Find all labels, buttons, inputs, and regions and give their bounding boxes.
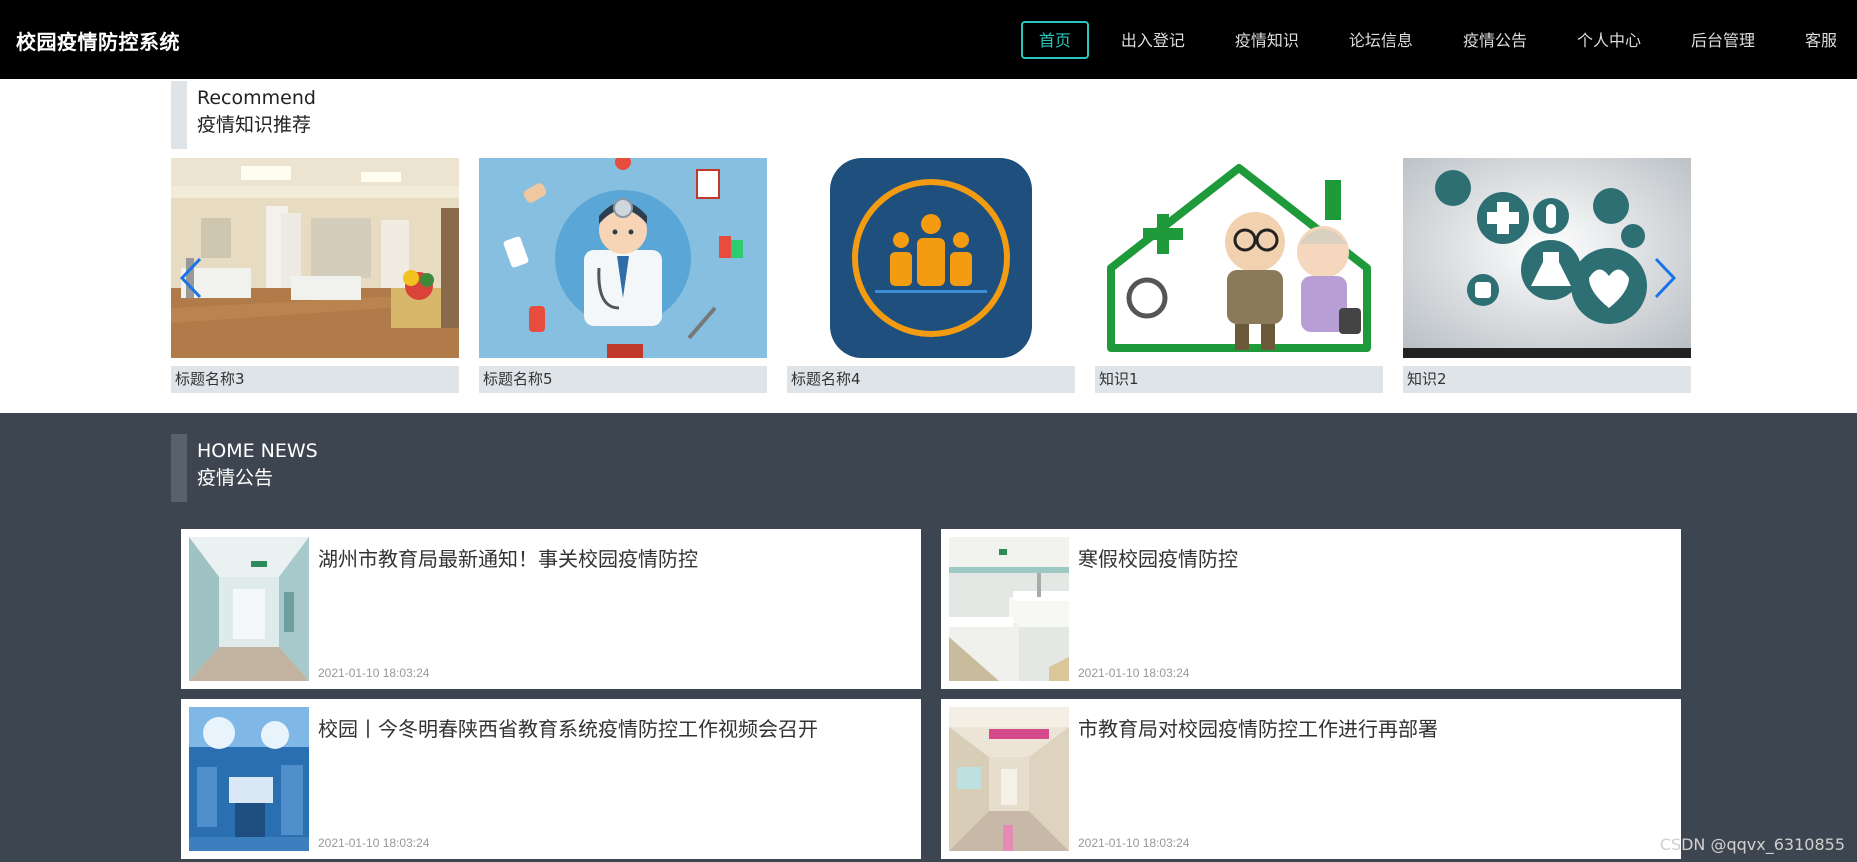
news-title[interactable]: 寒假校园疫情防控 [1078,543,1238,572]
hospital-corridor-thumbnail [189,537,309,681]
news-item[interactable]: 市教育局对校园疫情防控工作进行再部署 2021-01-10 18:03:24 [941,699,1681,859]
carousel-card[interactable]: 标题名称5 [479,158,767,393]
news-title-cn: 疫情公告 [197,467,274,489]
elderly-care-image [1095,158,1383,358]
top-navigation-bar: 校园疫情防控系统 首页 出入登记 疫情知识 论坛信息 疫情公告 个人中心 后台管… [0,0,1857,79]
main-nav: 首页 出入登记 疫情知识 论坛信息 疫情公告 个人中心 后台管理 客服 [1007,0,1857,79]
card-caption: 标题名称4 [787,366,1075,393]
news-item[interactable]: 湖州市教育局最新通知！事关校园疫情防控 2021-01-10 18:03:24 [181,529,921,689]
news-time: 2021-01-10 18:03:24 [318,666,430,680]
news-title[interactable]: 市教育局对校园疫情防控工作进行再部署 [1078,713,1438,742]
recommend-title-en: Recommend [197,87,316,109]
card-caption: 知识1 [1095,366,1383,393]
news-title-en: HOME NEWS [197,440,318,462]
medical-team-icon-image [787,158,1075,358]
news-time: 2021-01-10 18:03:24 [1078,666,1190,680]
nav-forum[interactable]: 论坛信息 [1331,21,1431,59]
card-caption: 标题名称5 [479,366,767,393]
recommend-heading: Recommend 疫情知识推荐 [171,81,671,149]
news-item[interactable]: 寒假校园疫情防控 2021-01-10 18:03:24 [941,529,1681,689]
hospital-ward-image [171,158,459,358]
card-caption: 标题名称3 [171,366,459,393]
carousel-card[interactable]: 知识1 [1095,158,1383,393]
news-section: HOME NEWS 疫情公告 湖州市教育局最新通知！事关校园疫情防控 2021-… [0,413,1857,862]
carousel-card[interactable]: 知识2 [1403,158,1691,393]
news-time: 2021-01-10 18:03:24 [318,836,430,850]
recommend-section: Recommend 疫情知识推荐 标题名称3 标题名称5 标题名称4 知识1 知… [0,79,1857,413]
news-time: 2021-01-10 18:03:24 [1078,836,1190,850]
clinic-hallway-thumbnail [949,707,1069,851]
nav-entry-registration[interactable]: 出入登记 [1103,21,1203,59]
recommend-title-cn: 疫情知识推荐 [197,114,312,136]
carousel-card[interactable]: 标题名称3 [171,158,459,393]
nav-announcements[interactable]: 疫情公告 [1445,21,1545,59]
operating-room-thumbnail [189,707,309,851]
nav-epidemic-knowledge[interactable]: 疫情知识 [1217,21,1317,59]
site-brand[interactable]: 校园疫情防控系统 [16,26,180,55]
doctor-illustration-image [479,158,767,358]
carousel-prev-button[interactable] [176,253,206,303]
csdn-watermark: CSDN @qqvx_6310855 [1659,835,1845,854]
card-caption: 知识2 [1403,366,1691,393]
news-title[interactable]: 湖州市教育局最新通知！事关校园疫情防控 [318,543,698,572]
nav-admin[interactable]: 后台管理 [1673,21,1773,59]
carousel-next-button[interactable] [1650,253,1680,303]
hospital-room-thumbnail [949,537,1069,681]
carousel-card[interactable]: 标题名称4 [787,158,1075,393]
nav-customer-service[interactable]: 客服 [1787,21,1855,59]
chevron-left-icon [179,257,202,299]
nav-personal-center[interactable]: 个人中心 [1559,21,1659,59]
news-title[interactable]: 校园丨今冬明春陕西省教育系统疫情防控工作视频会召开 [318,713,818,742]
knowledge-carousel: 标题名称3 标题名称5 标题名称4 知识1 知识2 [171,158,1691,393]
chevron-right-icon [1654,257,1677,299]
nav-home[interactable]: 首页 [1020,20,1089,59]
news-item[interactable]: 校园丨今冬明春陕西省教育系统疫情防控工作视频会召开 2021-01-10 18:… [181,699,921,859]
medical-icons-image [1403,158,1691,358]
news-heading: HOME NEWS 疫情公告 [171,434,671,502]
